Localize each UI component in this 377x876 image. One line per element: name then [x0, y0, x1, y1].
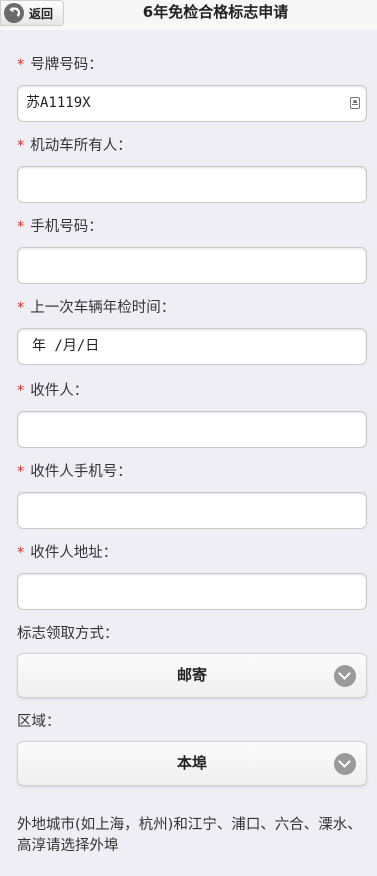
chevron-down-icon — [334, 753, 356, 775]
required-mark: * — [17, 57, 25, 73]
region-value: 本埠 — [176, 754, 207, 772]
owner-label: * 机动车所有人： — [17, 138, 132, 154]
recipient-phone-label: * 收件人手机号： — [17, 464, 132, 480]
plate-input[interactable]: 苏A1119X — [17, 85, 367, 122]
back-label: 返回 — [29, 6, 54, 21]
region-select[interactable]: 本埠 — [17, 741, 367, 786]
owner-input[interactable] — [17, 166, 367, 203]
plate-label: * 号牌号码： — [17, 57, 103, 73]
required-mark: * — [17, 545, 25, 561]
pickup-method-select[interactable]: 邮寄 — [17, 653, 367, 698]
pickup-method-label: 标志领取方式： — [17, 626, 119, 642]
chevron-down-icon — [334, 665, 356, 687]
contact-card-icon[interactable] — [350, 97, 360, 109]
recipient-address-input[interactable] — [17, 573, 367, 610]
region-label: 区域： — [17, 714, 61, 730]
required-mark: * — [17, 383, 25, 399]
phone-input[interactable] — [17, 247, 367, 284]
phone-label: * 手机号码： — [17, 219, 103, 235]
required-mark: * — [17, 219, 25, 235]
date-value: 年 /月/日 — [32, 338, 100, 354]
last-inspection-label: * 上一次车辆年检时间： — [17, 300, 176, 316]
back-button[interactable]: 返回 — [0, 0, 64, 26]
header-bar: 返回 6年免检合格标志申请 — [0, 0, 377, 30]
pickup-method-value: 邮寄 — [176, 666, 207, 684]
required-mark: * — [17, 138, 25, 154]
required-mark: * — [17, 300, 25, 316]
region-note: 外地城市(如上海，杭州)和江宁、浦口、六合、溧水、高淳请选择外埠 — [17, 817, 362, 854]
plate-value: 苏A1119X — [26, 95, 91, 111]
page-title: 6年免检合格标志申请 — [142, 3, 289, 21]
recipient-label: * 收件人： — [17, 383, 89, 399]
last-inspection-date-input[interactable]: 年 /月/日 — [17, 328, 367, 365]
recipient-address-label: * 收件人地址： — [17, 545, 118, 561]
required-mark: * — [17, 464, 25, 480]
recipient-input[interactable] — [17, 411, 367, 448]
recipient-phone-input[interactable] — [17, 492, 367, 529]
back-arrow-icon — [4, 3, 24, 23]
